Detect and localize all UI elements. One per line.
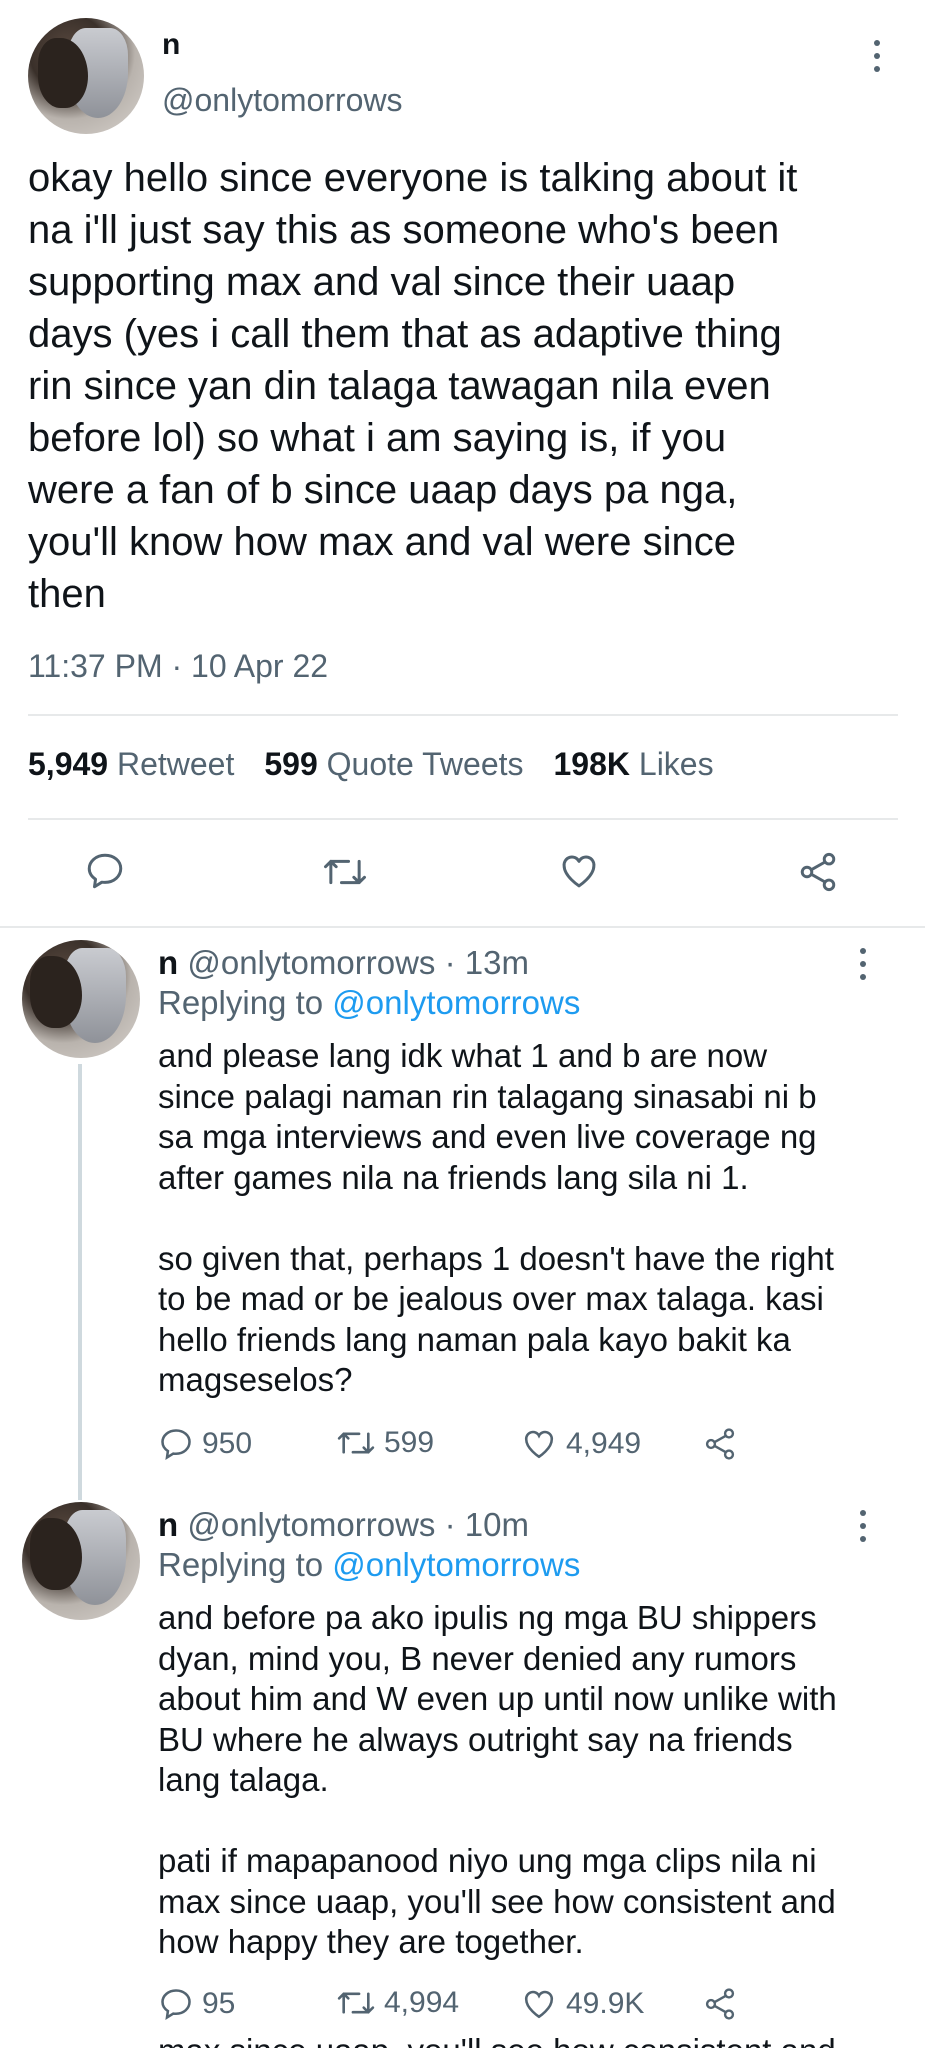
retweet-button[interactable]: 599 — [336, 1426, 434, 1460]
reply-icon — [161, 1429, 191, 1461]
share-icon[interactable] — [796, 850, 840, 894]
reply-header[interactable]: n @onlytomorrows · 10m — [158, 1506, 529, 1544]
retweets-stat[interactable]: 5,949 Retweet — [28, 746, 234, 783]
divider — [28, 714, 898, 716]
more-icon[interactable] — [862, 36, 892, 76]
next-reply-peek: max since uaap, you'll see how consisten… — [158, 2032, 836, 2048]
tweet-text: okay hello since everyone is talking abo… — [28, 156, 798, 616]
reply-text: and before pa ako ipulis ng mga BU shipp… — [158, 1599, 837, 1960]
tweet-stats: 5,949 Retweet 599 Quote Tweets 198K Like… — [28, 746, 714, 783]
replying-to: Replying to @onlytomorrows — [158, 984, 581, 1021]
tweet-timestamp[interactable]: 11:37 PM · 10 Apr 22 — [28, 648, 328, 685]
tweet-actions — [0, 838, 925, 908]
more-icon[interactable] — [848, 1506, 878, 1546]
more-icon[interactable] — [848, 944, 878, 984]
avatar[interactable] — [22, 1502, 140, 1620]
reply-text: and please lang idk what 1 and b are now… — [158, 1037, 834, 1398]
divider — [28, 818, 898, 820]
share-button[interactable] — [702, 1426, 738, 1462]
divider — [0, 926, 925, 928]
share-icon — [705, 1988, 735, 2020]
reply-header[interactable]: n @onlytomorrows · 13m — [158, 944, 529, 982]
reply-icon — [161, 1989, 191, 2021]
retweet-button[interactable]: 4,994 — [336, 1986, 459, 2020]
main-tweet: n @onlytomorrows okay hello since everyo… — [0, 0, 925, 928]
reply-button[interactable]: 95 — [158, 1986, 235, 2022]
reply-actions: 950 599 4,949 — [158, 1426, 758, 1470]
like-icon — [524, 1990, 554, 2019]
replying-to-link[interactable]: @onlytomorrows — [332, 1546, 580, 1583]
avatar[interactable] — [28, 18, 144, 134]
share-icon — [705, 1428, 735, 1460]
replying-to: Replying to @onlytomorrows — [158, 1546, 581, 1583]
replying-to-link[interactable]: @onlytomorrows — [332, 984, 580, 1021]
like-button[interactable]: 4,949 — [520, 1426, 641, 1462]
like-icon — [524, 1430, 554, 1459]
retweet-icon — [337, 1432, 375, 1454]
author-name[interactable]: n — [162, 28, 180, 62]
author-handle[interactable]: @onlytomorrows — [162, 82, 403, 119]
thread-line — [78, 1064, 82, 1500]
reply-actions: 95 4,994 49.9K — [158, 1986, 758, 2030]
retweet-icon — [337, 1992, 375, 2014]
retweet-icon[interactable] — [322, 852, 368, 892]
avatar[interactable] — [22, 940, 140, 1058]
reply-icon[interactable] — [84, 850, 126, 892]
like-icon[interactable] — [557, 850, 601, 892]
reply-button[interactable]: 950 — [158, 1426, 252, 1462]
share-button[interactable] — [702, 1986, 738, 2022]
like-button[interactable]: 49.9K — [520, 1986, 644, 2022]
quotes-stat[interactable]: 599 Quote Tweets — [264, 746, 523, 783]
likes-stat[interactable]: 198K Likes — [554, 746, 714, 783]
